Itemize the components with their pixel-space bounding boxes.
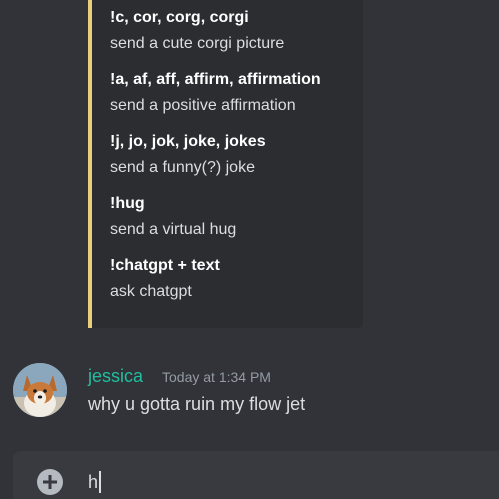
embed-field-value: send a virtual hug [110,221,237,238]
chat-view: !c, cor, corg, corgi send a cute corgi p… [0,0,499,499]
embed-field: !hug send a virtual hug [110,194,236,240]
embed-field-name: !chatgpt + text [110,257,220,274]
message-input[interactable]: h [88,469,102,495]
embed-field-name: !j, jo, jok, joke, jokes [110,133,266,150]
embed-field-value: send a funny(?) joke [110,159,255,176]
embed-field: !a, af, aff, affirm, affirmation send a … [110,70,321,116]
embed-field-name: !c, cor, corg, corgi [110,9,249,26]
message-composer: h [13,451,499,499]
embed-field-value: send a positive affirmation [110,97,296,114]
embed-field: !j, jo, jok, joke, jokes send a funny(?)… [110,132,266,178]
corgi-avatar-icon [13,363,67,417]
help-embed: !c, cor, corg, corgi send a cute corgi p… [88,0,363,328]
embed-field-name: !a, af, aff, affirm, affirmation [110,71,321,88]
plus-circle-icon[interactable] [37,469,63,495]
embed-field: !c, cor, corg, corgi send a cute corgi p… [110,8,284,54]
embed-field: !chatgpt + text ask chatgpt [110,256,220,302]
message-text: why u gotta ruin my flow jet [88,394,306,414]
avatar[interactable] [13,363,67,417]
message-username[interactable]: jessica [88,364,143,388]
embed-field-value: send a cute corgi picture [110,35,285,52]
chat-message: jessica Today at 1:34 PM why u gotta rui… [0,356,499,428]
text-caret [99,471,102,493]
message-input-value: h [88,472,99,492]
message-timestamp: Today at 1:34 PM [162,369,271,385]
embed-field-value: ask chatgpt [110,283,192,300]
embed-field-name: !hug [110,195,145,212]
